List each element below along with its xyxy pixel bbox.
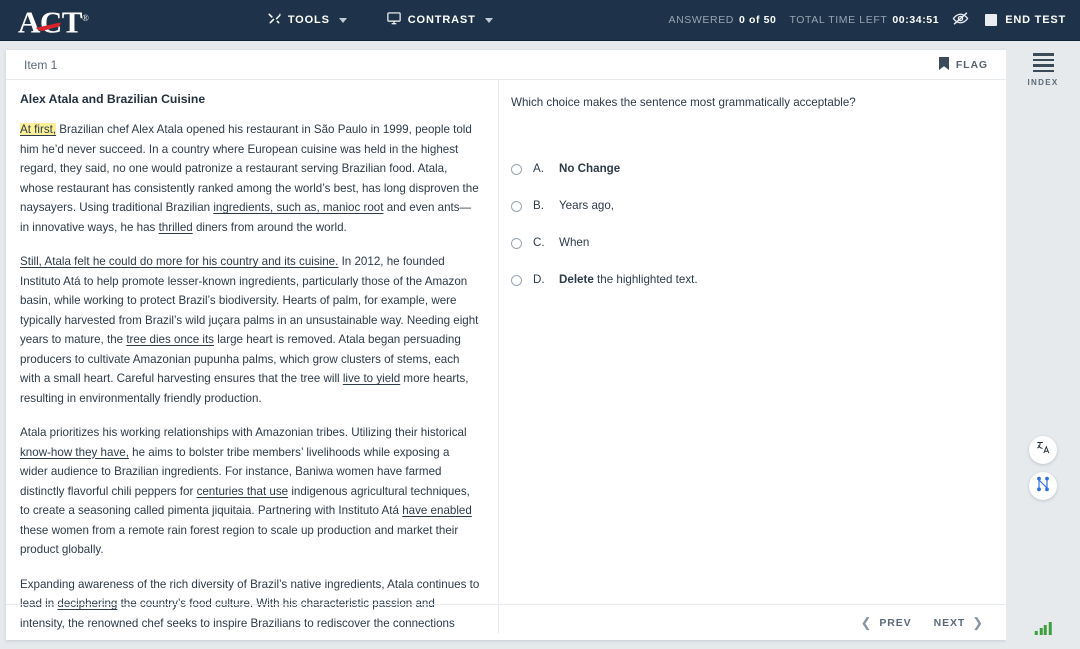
choice-letter: C. xyxy=(533,236,545,249)
hide-timer-button[interactable] xyxy=(952,11,969,29)
choice-letter: D. xyxy=(533,273,545,286)
contrast-label: CONTRAST xyxy=(407,14,476,26)
choice-text: Delete the highlighted text. xyxy=(559,273,698,286)
index-label: INDEX xyxy=(1027,78,1059,88)
bookmark-flag-icon xyxy=(938,56,949,73)
next-label: NEXT xyxy=(933,616,966,629)
answer-choice-b[interactable]: B. Years ago, xyxy=(511,199,986,212)
index-button[interactable]: INDEX xyxy=(1006,53,1080,87)
hamburger-menu-icon xyxy=(1032,53,1054,73)
item-header: Item 1 FLAG xyxy=(6,50,1006,80)
passage-pane: Alex Atala and Brazilian Cuisine At firs… xyxy=(6,80,499,633)
choice-text: No Change xyxy=(559,162,621,175)
underlined-text[interactable]: tree dies once its xyxy=(126,333,214,346)
stop-square-icon xyxy=(985,14,998,26)
passage-paragraph: Still, Atala felt he could do more for h… xyxy=(20,252,480,408)
flag-button[interactable]: FLAG xyxy=(938,56,988,73)
eye-slash-icon xyxy=(952,11,969,29)
translate-button[interactable] xyxy=(1029,436,1057,464)
choice-text: When xyxy=(559,236,590,249)
answer-choice-c[interactable]: C. When xyxy=(511,236,986,249)
registered-mark: ® xyxy=(81,12,89,23)
underlined-text[interactable]: know-how they have, xyxy=(20,446,129,459)
radio-button[interactable] xyxy=(511,164,522,175)
underlined-text[interactable]: Still, Atala felt he could do more for h… xyxy=(20,255,338,268)
right-rail: INDEX xyxy=(1006,41,1080,649)
underlined-text[interactable]: ingredients, such as, manioc root xyxy=(213,201,383,214)
end-test-button[interactable]: END TEST xyxy=(985,14,1066,26)
chevron-left-icon: ❮ xyxy=(860,614,873,630)
end-test-label: END TEST xyxy=(1005,14,1066,26)
prev-button[interactable]: ❮ PREV xyxy=(861,615,912,631)
highlighted-text[interactable]: At first, xyxy=(20,123,57,136)
network-button[interactable] xyxy=(1029,472,1057,500)
passage-paragraph: Atala prioritizes his working relationsh… xyxy=(20,423,480,560)
translate-language-icon xyxy=(1036,440,1051,460)
passage-text: these women from a remote rain forest re… xyxy=(20,523,459,557)
chevron-right-icon: ❯ xyxy=(972,614,984,630)
top-navigation-bar: ACT® TOOLS CONTRAST ANSWERED 0 of 50 TOT… xyxy=(0,0,1080,41)
passage-text: Atala prioritizes his working relationsh… xyxy=(20,426,467,439)
question-pane: Which choice makes the sentence most gra… xyxy=(499,80,1006,633)
passage-title: Alex Atala and Brazilian Cuisine xyxy=(20,92,206,106)
network-nodes-icon xyxy=(1035,476,1051,497)
next-button[interactable]: NEXT ❯ xyxy=(934,615,984,631)
chevron-down-icon xyxy=(338,17,347,23)
prev-label: PREV xyxy=(879,616,912,629)
answered-label: ANSWERED xyxy=(668,14,734,26)
answer-choice-a[interactable]: A. No Change xyxy=(511,162,986,175)
answered-value: 0 of 50 xyxy=(739,14,777,26)
passage-paragraph: At first, Brazilian chef Alex Atala open… xyxy=(20,120,480,237)
item-number-label: Item 1 xyxy=(24,57,58,72)
chevron-down-icon xyxy=(484,17,493,23)
time-left-label: TOTAL TIME LEFT xyxy=(789,14,888,26)
radio-button[interactable] xyxy=(511,201,522,212)
underlined-text[interactable]: thrilled xyxy=(159,221,193,234)
underlined-text[interactable]: centuries that use xyxy=(197,485,289,498)
choice-letter: B. xyxy=(533,199,544,212)
underlined-text[interactable]: have enabled xyxy=(402,504,472,517)
tools-wrench-icon xyxy=(268,12,281,28)
choice-text: Years ago, xyxy=(559,199,615,212)
item-card: Item 1 FLAG Alex Atala and Brazilian Cui… xyxy=(6,50,1006,640)
answered-status: ANSWERED 0 of 50 xyxy=(669,14,777,26)
tools-menu-button[interactable]: TOOLS xyxy=(266,7,349,33)
passage-body: At first, Brazilian chef Alex Atala open… xyxy=(20,120,480,633)
radio-button[interactable] xyxy=(511,238,522,249)
time-left-value: 00:34:51 xyxy=(892,14,940,26)
item-footer: ❮ PREV NEXT ❯ xyxy=(6,604,1006,640)
answer-choice-list: A. No Change B. Years ago, C. When D. Delete th… xyxy=(511,162,986,286)
answer-choice-d[interactable]: D. Delete the highlighted text. xyxy=(511,273,986,286)
question-prompt: Which choice makes the sentence most gra… xyxy=(511,96,856,109)
passage-text: diners from around the world. xyxy=(192,220,347,234)
contrast-menu-button[interactable]: CONTRAST xyxy=(385,7,495,33)
underlined-text[interactable]: live to yield xyxy=(343,372,400,385)
radio-button[interactable] xyxy=(511,275,522,286)
time-left-status: TOTAL TIME LEFT 00:34:51 xyxy=(789,14,939,26)
act-logo-text: ACT xyxy=(18,4,82,40)
flag-label: FLAG xyxy=(955,58,988,71)
tools-label: TOOLS xyxy=(287,14,330,26)
monitor-icon xyxy=(387,12,401,28)
signal-strength-icon[interactable] xyxy=(1034,621,1052,635)
choice-letter: A. xyxy=(533,162,544,175)
